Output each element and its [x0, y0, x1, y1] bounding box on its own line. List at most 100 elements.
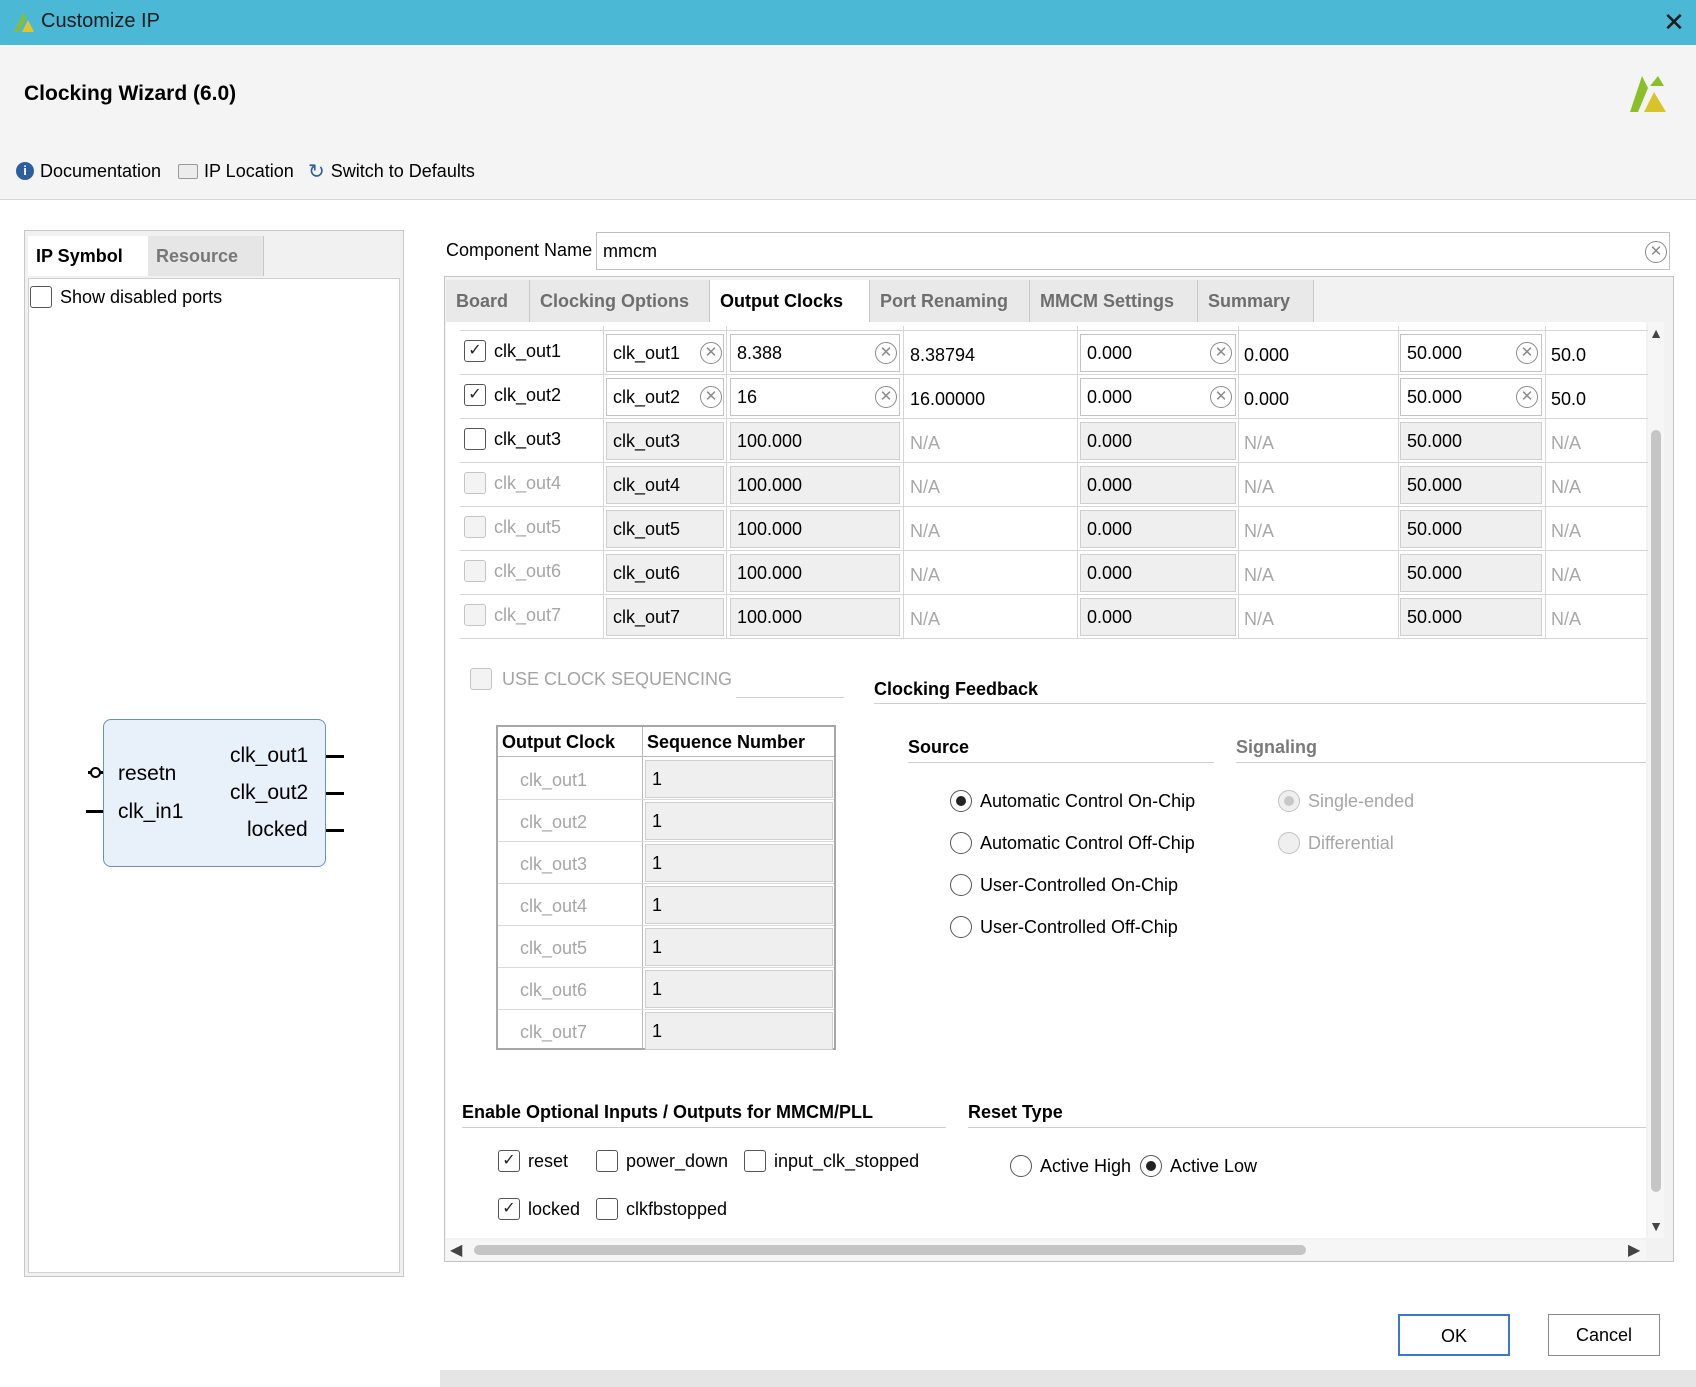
seq-clock-label: clk_out4	[520, 896, 588, 916]
clear-duty-icon[interactable]: ✕	[1516, 342, 1538, 364]
tab-mmcm-settings[interactable]: MMCM Settings	[1030, 280, 1198, 322]
horizontal-scroll-thumb[interactable]	[474, 1245, 1306, 1255]
seq-number-field[interactable]: 1	[645, 844, 833, 882]
freq-requested-field[interactable]: 100.000	[730, 466, 900, 504]
documentation-label: Documentation	[40, 160, 162, 181]
tab-board[interactable]: Board	[446, 280, 530, 322]
clear-component-name-icon[interactable]: ✕	[1645, 241, 1667, 263]
seq-number-field[interactable]: 1	[645, 928, 833, 966]
checkbox-box	[596, 1198, 618, 1220]
optional-io-label: power_down	[626, 1150, 729, 1171]
seq-number-field[interactable]: 1	[645, 1012, 833, 1050]
column-divider	[1398, 326, 1399, 638]
radio-selected-dot	[1284, 796, 1294, 806]
port-name-field[interactable]: clk_out3	[606, 422, 724, 460]
port-name-field[interactable]: clk_out5	[606, 510, 724, 548]
window-title: Customize IP	[41, 10, 160, 32]
phase-actual-value: 0.000	[1244, 345, 1290, 365]
clear-port-name-icon[interactable]: ✕	[700, 386, 722, 408]
ok-button[interactable]: OK	[1398, 1314, 1510, 1356]
seq-number-field[interactable]: 1	[645, 970, 833, 1008]
tab-resource[interactable]: Resource	[148, 236, 264, 276]
duty-requested-field[interactable]: 50.000	[1400, 598, 1542, 636]
clear-phase-icon[interactable]: ✕	[1210, 342, 1232, 364]
seq-number-field[interactable]: 1	[645, 802, 833, 840]
tab-port-renaming[interactable]: Port Renaming	[870, 280, 1030, 322]
duty-requested-field[interactable]: 50.000	[1400, 554, 1542, 592]
source-option-label: Automatic Control On-Chip	[980, 790, 1196, 811]
optional-io-checkbox[interactable]: input_clk_stopped	[744, 1150, 919, 1172]
freq-requested-field[interactable]: 100.000	[730, 554, 900, 592]
reset-type-radio-option[interactable]: Active High	[1010, 1155, 1131, 1177]
seq-clock-label: clk_out1	[520, 770, 588, 790]
tab-summary[interactable]: Summary	[1198, 280, 1314, 322]
optional-io-checkbox[interactable]: ✓ locked	[498, 1198, 580, 1220]
seq-column-divider	[642, 727, 643, 1048]
source-radio-option[interactable]: Automatic Control Off-Chip	[950, 832, 1195, 854]
scroll-down-icon[interactable]: ▼	[1648, 1218, 1664, 1236]
tab-clocking-options[interactable]: Clocking Options	[530, 280, 710, 322]
use-clock-sequencing-checkbox[interactable]: USE CLOCK SEQUENCING	[470, 668, 732, 690]
phase-requested-field[interactable]: 0.000	[1080, 422, 1236, 460]
seq-number-field[interactable]: 1	[645, 760, 833, 798]
duty-requested-field[interactable]: 50.000	[1400, 466, 1542, 504]
clock-enable-checkbox[interactable]: ✓ clk_out1	[464, 340, 561, 362]
freq-requested-field[interactable]: 100.000	[730, 510, 900, 548]
phase-requested-field[interactable]: 0.000	[1080, 466, 1236, 504]
ip-location-label: IP Location	[204, 160, 294, 181]
tab-ip-symbol[interactable]: IP Symbol	[28, 236, 148, 276]
show-disabled-ports-checkbox[interactable]: Show disabled ports	[30, 286, 222, 308]
duty-actual-value: N/A	[1551, 521, 1582, 541]
cancel-button[interactable]: Cancel	[1548, 1314, 1660, 1356]
clock-enable-checkbox: clk_out4	[464, 472, 561, 494]
checkbox-box: ✓	[464, 340, 486, 362]
seq-number-field[interactable]: 1	[645, 886, 833, 924]
clock-enable-checkbox[interactable]: clk_out3	[464, 428, 561, 450]
checkbox-box	[470, 668, 492, 690]
clear-freq-icon[interactable]: ✕	[875, 342, 897, 364]
phase-requested-field[interactable]: 0.000	[1080, 510, 1236, 548]
port-name-field[interactable]: clk_out6	[606, 554, 724, 592]
duty-requested-field[interactable]: 50.000	[1400, 510, 1542, 548]
component-name-input[interactable]: mmcm	[596, 232, 1670, 270]
scroll-up-icon[interactable]: ▲	[1648, 325, 1664, 343]
scroll-left-icon[interactable]: ◀	[450, 1240, 468, 1260]
vertical-scroll-thumb[interactable]	[1651, 430, 1661, 1192]
documentation-button[interactable]: i Documentation	[16, 158, 161, 184]
optional-io-checkbox[interactable]: power_down	[596, 1150, 728, 1172]
signaling-title: Signaling	[1236, 737, 1317, 757]
freq-requested-field[interactable]: 100.000	[730, 422, 900, 460]
clear-duty-icon[interactable]: ✕	[1516, 386, 1538, 408]
reset-type-radio-option[interactable]: Active Low	[1140, 1155, 1257, 1177]
seq-clock-label: clk_out2	[520, 812, 588, 832]
checkbox-box	[464, 516, 486, 538]
wizard-title: Clocking Wizard (6.0)	[24, 82, 237, 105]
source-radio-option[interactable]: Automatic Control On-Chip	[950, 790, 1195, 812]
port-name-field[interactable]: clk_out7	[606, 598, 724, 636]
port-name-field[interactable]: clk_out4	[606, 466, 724, 504]
clear-freq-icon[interactable]: ✕	[875, 386, 897, 408]
clear-port-name-icon[interactable]: ✕	[700, 342, 722, 364]
clock-name: clk_out2	[494, 384, 562, 405]
optional-io-checkbox[interactable]: ✓ reset	[498, 1150, 568, 1172]
clock-enable-checkbox[interactable]: ✓ clk_out2	[464, 384, 561, 406]
scroll-right-icon[interactable]: ▶	[1628, 1240, 1646, 1260]
clear-phase-icon[interactable]: ✕	[1210, 386, 1232, 408]
source-radio-option[interactable]: User-Controlled Off-Chip	[950, 916, 1178, 938]
ip-location-button[interactable]: IP Location	[178, 158, 294, 184]
column-divider	[1545, 326, 1546, 638]
phase-requested-field[interactable]: 0.000	[1080, 598, 1236, 636]
clk-out1-port-label: clk_out1	[230, 744, 309, 767]
duty-requested-field[interactable]: 50.000	[1400, 422, 1542, 460]
source-radio-option[interactable]: User-Controlled On-Chip	[950, 874, 1178, 896]
optional-io-checkbox[interactable]: clkfbstopped	[596, 1198, 727, 1220]
clock-enable-checkbox: clk_out6	[464, 560, 561, 582]
switch-defaults-button[interactable]: ↻ Switch to Defaults	[308, 158, 475, 184]
freq-actual-value: 8.38794	[910, 345, 976, 365]
close-icon[interactable]: ✕	[1660, 8, 1688, 36]
phase-requested-field[interactable]: 0.000	[1080, 554, 1236, 592]
clock-name: clk_out6	[494, 560, 562, 581]
duty-actual-value: N/A	[1551, 565, 1582, 585]
freq-requested-field[interactable]: 100.000	[730, 598, 900, 636]
tab-output-clocks[interactable]: Output Clocks	[710, 280, 870, 322]
